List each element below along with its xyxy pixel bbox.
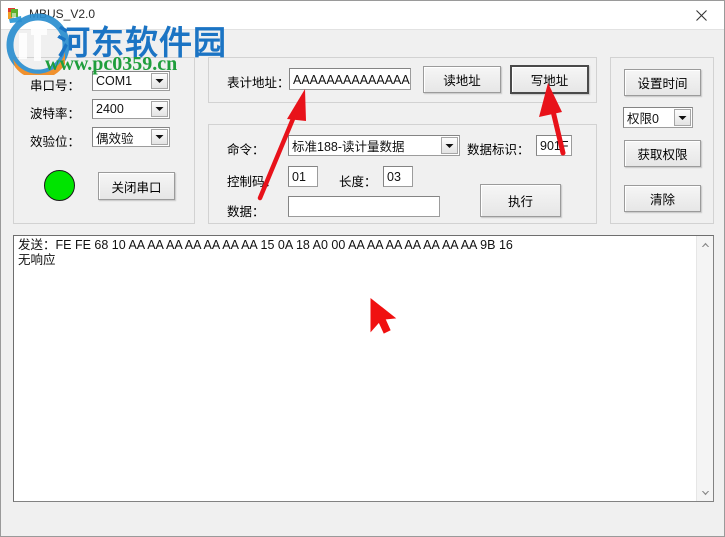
length-value: 03 bbox=[387, 170, 401, 184]
data-id-value: 901F bbox=[540, 139, 569, 153]
chevron-down-icon[interactable] bbox=[151, 129, 168, 145]
serial-port-panel: 串口号： COM1 波特率： 2400 效验位： 偶效验 关闭串口 bbox=[13, 57, 195, 224]
command-label: 命令： bbox=[227, 143, 265, 157]
log-output[interactable]: 发送：FE FE 68 10 AA AA AA AA AA AA AA 15 0… bbox=[13, 235, 714, 502]
get-permission-button[interactable]: 获取权限 bbox=[624, 140, 701, 167]
baud-rate-label: 波特率： bbox=[30, 107, 81, 121]
window-title: MBUS_V2.0 bbox=[29, 7, 96, 21]
meter-address-label: 表计地址： bbox=[227, 76, 290, 90]
serial-port-select[interactable]: COM1 bbox=[92, 71, 170, 91]
meter-address-panel: 表计地址： AAAAAAAAAAAAAA 读地址 写地址 bbox=[208, 57, 597, 103]
tools-panel: 设置时间 权限0 获取权限 清除 bbox=[610, 57, 714, 224]
app-icon bbox=[7, 7, 24, 24]
execute-button[interactable]: 执行 bbox=[480, 184, 561, 217]
read-address-button[interactable]: 读地址 bbox=[423, 66, 501, 93]
baud-rate-select[interactable]: 2400 bbox=[92, 99, 170, 119]
parity-select[interactable]: 偶效验 bbox=[92, 127, 170, 147]
scroll-up-icon[interactable] bbox=[697, 236, 713, 253]
meter-address-value: AAAAAAAAAAAAAA bbox=[293, 72, 410, 87]
clear-button[interactable]: 清除 bbox=[624, 185, 701, 212]
permission-select[interactable]: 权限0 bbox=[623, 107, 693, 128]
parity-label: 效验位： bbox=[30, 135, 81, 149]
parity-value: 偶效验 bbox=[96, 131, 134, 146]
chevron-down-icon[interactable] bbox=[674, 109, 691, 126]
write-address-label: 写地址 bbox=[530, 74, 569, 88]
title-bar: MBUS_V2.0 bbox=[1, 1, 724, 30]
chevron-down-icon[interactable] bbox=[441, 137, 458, 154]
log-scrollbar[interactable] bbox=[696, 236, 713, 501]
chevron-down-icon[interactable] bbox=[151, 101, 168, 117]
control-code-value: 01 bbox=[292, 170, 306, 184]
serial-port-label: 串口号： bbox=[30, 79, 81, 93]
command-value: 标准188-读计量数据 bbox=[292, 140, 405, 154]
length-input[interactable]: 03 bbox=[383, 166, 413, 187]
data-label: 数据： bbox=[227, 205, 265, 219]
scroll-down-icon[interactable] bbox=[697, 484, 713, 501]
application-window: MBUS_V2.0 串口号： COM1 波特率： 2400 效验位： 偶效验 关… bbox=[0, 0, 725, 537]
control-code-label: 控制码： bbox=[227, 175, 278, 189]
read-address-label: 读地址 bbox=[443, 74, 481, 88]
baud-rate-value: 2400 bbox=[96, 102, 124, 116]
data-input[interactable] bbox=[288, 196, 440, 217]
connection-status-indicator bbox=[44, 170, 75, 201]
data-id-label: 数据标识： bbox=[467, 143, 530, 157]
command-select[interactable]: 标准188-读计量数据 bbox=[288, 135, 460, 156]
write-address-button[interactable]: 写地址 bbox=[510, 65, 589, 94]
serial-port-value: COM1 bbox=[96, 74, 133, 88]
close-icon[interactable] bbox=[679, 1, 724, 29]
get-permission-label: 获取权限 bbox=[637, 148, 688, 162]
length-label: 长度： bbox=[339, 175, 377, 189]
set-time-label: 设置时间 bbox=[637, 77, 688, 91]
clear-label: 清除 bbox=[649, 193, 675, 207]
close-port-label: 关闭串口 bbox=[111, 180, 162, 195]
command-panel: 命令： 标准188-读计量数据 数据标识： 901F 控制码： 01 长度： 0… bbox=[208, 124, 597, 224]
close-port-button[interactable]: 关闭串口 bbox=[98, 172, 175, 200]
execute-label: 执行 bbox=[507, 195, 533, 209]
meter-address-input[interactable]: AAAAAAAAAAAAAA bbox=[289, 68, 411, 90]
permission-value: 权限0 bbox=[627, 112, 659, 126]
log-text: 发送：FE FE 68 10 AA AA AA AA AA AA AA 15 0… bbox=[18, 238, 513, 267]
control-code-input[interactable]: 01 bbox=[288, 166, 318, 187]
chevron-down-icon[interactable] bbox=[151, 73, 168, 89]
data-id-input[interactable]: 901F bbox=[536, 135, 572, 156]
set-time-button[interactable]: 设置时间 bbox=[624, 69, 701, 96]
